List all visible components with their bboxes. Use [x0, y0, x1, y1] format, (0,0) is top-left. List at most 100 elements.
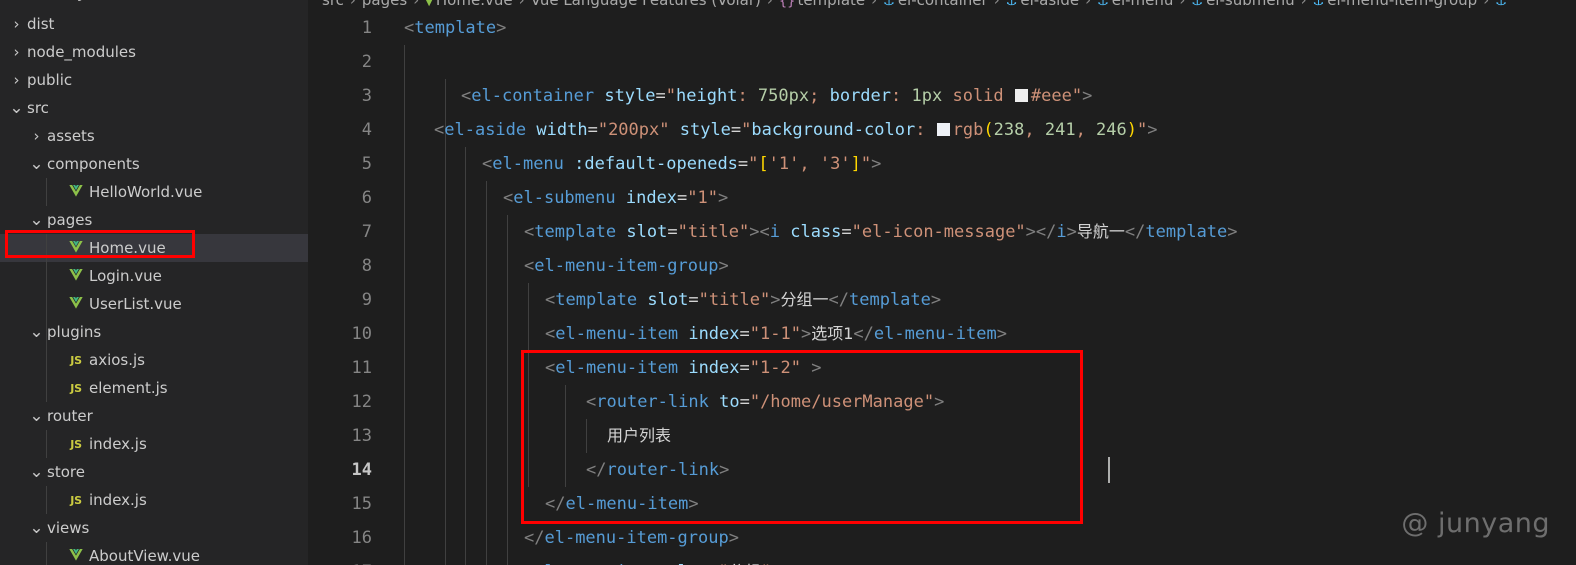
breadcrumb-segment[interactable]: el-submenu: [1206, 0, 1295, 9]
tree-item-store[interactable]: ⌄ store: [0, 458, 308, 486]
tree-item-components[interactable]: ⌄ components: [0, 150, 308, 178]
indent-guide: [507, 453, 508, 487]
line-number: 7: [361, 222, 372, 242]
code-line[interactable]: 17 <el-menu-item slot="分组">: [308, 555, 1576, 565]
chevron-down-icon[interactable]: ⌄: [28, 318, 45, 346]
color-swatch[interactable]: [936, 123, 950, 136]
breadcrumb-anchor-icon: ⚓: [1495, 0, 1507, 9]
breadcrumb-segment[interactable]: el-container: [898, 0, 988, 9]
tree-indent-guide: [46, 234, 47, 346]
chevron-down-icon[interactable]: ⌄: [28, 150, 45, 178]
tree-item-views[interactable]: ⌄ views: [0, 514, 308, 542]
color-swatch[interactable]: [1014, 89, 1028, 102]
breadcrumb-segment[interactable]: el-aside: [1020, 0, 1079, 9]
code-line[interactable]: 12 <router-link to="/home/userManage">: [308, 385, 1576, 419]
line-number: 14: [351, 460, 372, 480]
code-line[interactable]: 9 <template slot="title">分组一</template>: [308, 283, 1576, 317]
code-line[interactable]: 13 用户列表: [308, 419, 1576, 453]
code-line[interactable]: 16 </el-menu-item-group>: [308, 521, 1576, 555]
indent-guide: [404, 215, 405, 249]
tree-item-dist[interactable]: › dist: [0, 10, 308, 38]
indent-guide: [565, 385, 566, 419]
tree-item-label: AboutView.vue: [89, 547, 200, 565]
code-line[interactable]: 5 <el-menu :default-openeds="['1', '3']"…: [308, 147, 1576, 181]
indent-guide: [465, 147, 466, 181]
indent-guide: [404, 113, 405, 147]
tree-item-label: HelloWorld.vue: [89, 183, 203, 201]
tree-item-assets[interactable]: › assets: [0, 122, 308, 150]
indent-guide: [507, 317, 508, 351]
explorer-section-header[interactable]: ▾ VUE-PROJ: [0, 0, 308, 10]
indent-guide: [445, 521, 446, 555]
code-line[interactable]: 11 <el-menu-item index="1-2" >: [308, 351, 1576, 385]
indent-guide: [486, 385, 487, 419]
tree-item-node-modules[interactable]: › node_modules: [0, 38, 308, 66]
tree-indent-guide: [46, 486, 47, 514]
tree-item-label: index.js: [89, 491, 147, 509]
code-line-active[interactable]: 14 </router-link>: [308, 453, 1576, 487]
chevron-down-icon[interactable]: ⌄: [28, 402, 45, 430]
line-number: 9: [361, 290, 372, 310]
breadcrumb-segment[interactable]: el-menu-item-group: [1327, 0, 1477, 9]
indent-guide: [465, 555, 466, 565]
tree-item-public[interactable]: › public: [0, 66, 308, 94]
code-line[interactable]: 6 <el-submenu index="1">: [308, 181, 1576, 215]
file-tree: › dist › node_modules › public ⌄ src › assets ⌄ com…: [0, 10, 308, 565]
indent-guide: [445, 317, 446, 351]
indent-guide: [507, 487, 508, 521]
code-line[interactable]: 15 </el-menu-item>: [308, 487, 1576, 521]
indent-guide: [528, 453, 529, 487]
indent-guide: [465, 317, 466, 351]
chevron-down-icon[interactable]: ⌄: [28, 458, 45, 486]
breadcrumb-segment[interactable]: pages: [362, 0, 407, 9]
line-number: 8: [361, 256, 372, 276]
breadcrumb-separator: ›: [1179, 0, 1186, 9]
code-line[interactable]: 2: [308, 45, 1576, 79]
chevron-down-icon[interactable]: ⌄: [8, 94, 25, 122]
indent-guide: [465, 521, 466, 555]
js-file-icon: JS: [70, 493, 82, 507]
indent-guide: [486, 283, 487, 317]
chevron-right-icon[interactable]: ›: [8, 38, 25, 66]
chevron-down-icon[interactable]: ⌄: [28, 514, 45, 542]
breadcrumb-segment[interactable]: Vue Language Features (Volar): [531, 0, 761, 9]
indent-guide: [486, 521, 487, 555]
breadcrumb[interactable]: src › pages › ▼ Home.vue › Vue Language Feature…: [308, 0, 1576, 11]
js-file-icon: JS: [70, 381, 82, 395]
code-line[interactable]: 3 <el-container style="height: 750px; bo…: [308, 79, 1576, 113]
tree-item-pages[interactable]: ⌄ pages: [0, 206, 308, 234]
code-line[interactable]: 1 <template>: [308, 11, 1576, 45]
indent-guide: [528, 317, 529, 351]
indent-guide: [465, 249, 466, 283]
js-file-icon: JS: [70, 353, 82, 367]
code-line[interactable]: 10 <el-menu-item index="1-1">选项1</el-men…: [308, 317, 1576, 351]
code-line[interactable]: 8 <el-menu-item-group>: [308, 249, 1576, 283]
breadcrumb-segment[interactable]: src: [322, 0, 344, 9]
indent-guide: [404, 419, 405, 453]
line-text: <el-menu :default-openeds="['1', '3']">: [482, 154, 882, 174]
indent-guide: [404, 249, 405, 283]
breadcrumb-segment[interactable]: Home.vue: [436, 0, 513, 9]
chevron-down-icon[interactable]: ⌄: [28, 206, 45, 234]
code-content[interactable]: 1 <template> 2 3 <el-container style="he…: [308, 11, 1576, 565]
tree-item-router[interactable]: ⌄ router: [0, 402, 308, 430]
tree-item-label: views: [47, 519, 90, 537]
breadcrumb-segment[interactable]: template: [797, 0, 865, 9]
breadcrumb-separator: ›: [1300, 0, 1307, 9]
code-line[interactable]: 7 <template slot="title"><i class="el-ic…: [308, 215, 1576, 249]
tree-item-src[interactable]: ⌄ src: [0, 94, 308, 122]
indent-guide: [404, 147, 405, 181]
line-number: 1: [361, 18, 372, 38]
text-cursor: [1108, 457, 1110, 483]
breadcrumb-segment[interactable]: el-menu: [1112, 0, 1174, 9]
explorer-sidebar: ▾ VUE-PROJ ›dist›node_modules›public⌄src…: [0, 0, 308, 565]
code-line[interactable]: 4 <el-aside width="200px" style="backgro…: [308, 113, 1576, 147]
chevron-right-icon[interactable]: ›: [8, 10, 25, 38]
chevron-right-icon[interactable]: ›: [8, 66, 25, 94]
chevron-right-icon[interactable]: ›: [28, 122, 45, 150]
breadcrumb-separator: ›: [413, 0, 420, 9]
